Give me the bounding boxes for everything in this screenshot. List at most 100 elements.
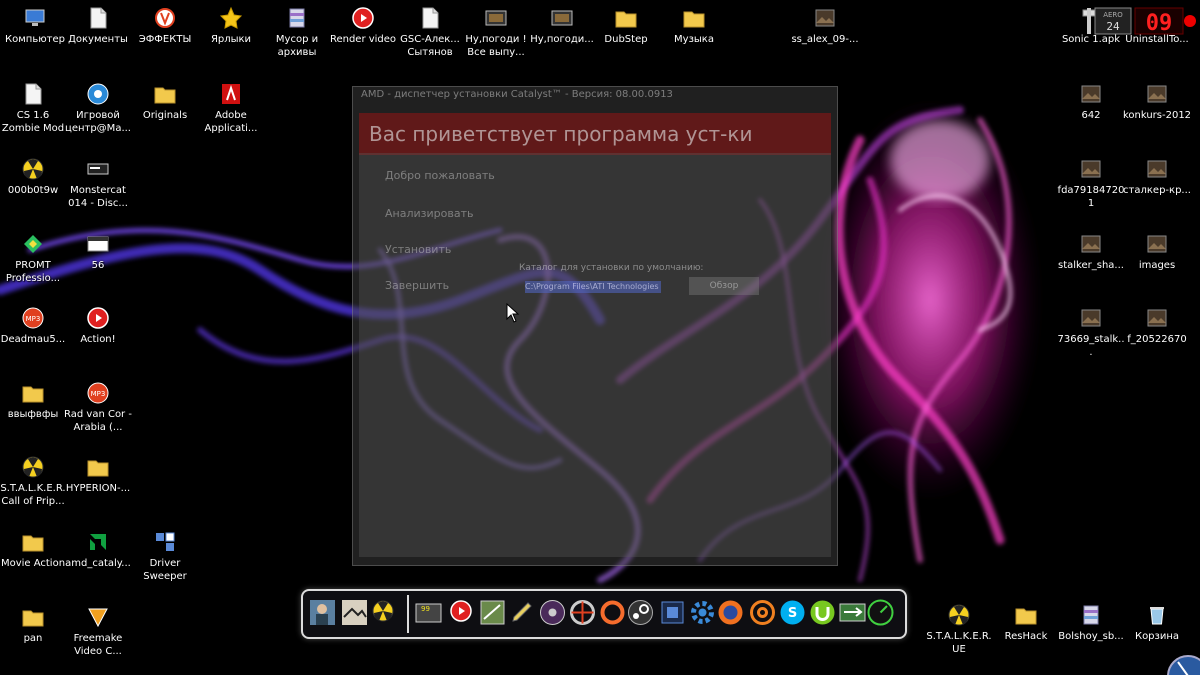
mp3-icon: MP3 [22,307,44,329]
dock-item-fraps[interactable]: 99 [415,599,442,626]
switch-icon [839,603,866,622]
video-icon [551,10,573,26]
desktop-icon-nu-pogodi-2[interactable]: Ну,погоди... [527,6,597,46]
desktop-icon-label: konkurs-2012 [1122,110,1192,121]
desktop-icon-label: Мусор и архивы [275,34,319,58]
archive-icon [1083,605,1099,625]
dock-item-soldier[interactable] [309,599,336,626]
desktop-icon-gsc[interactable]: GSC-Алек... Сытянов [395,6,465,59]
desktop-icon-adobe[interactable]: Adobe Applicati... [196,82,266,135]
desktop-icon-monstercat[interactable]: Monstercat 014 - Disc... [63,157,133,210]
desktop-icon-vvyfvfy[interactable]: ввыфвфы [0,381,68,421]
dock-item-origin[interactable] [599,599,626,626]
dock-item-utorrent[interactable] [809,599,836,626]
desktop-icon-stalker-cop[interactable]: S.T.A.L.K.E.R. Call of Prip... [0,455,68,508]
desktop-icon-shortcuts[interactable]: Ярлыки [196,6,266,46]
desktop-icon-trash-archives[interactable]: Мусор и архивы [262,6,332,59]
desktop-icon-rad-van-cor[interactable]: MP3 Rad van Cor - Arabia (... [63,381,133,434]
image-icon [1147,85,1167,103]
installer-step-analyze: Анализировать [385,207,474,220]
dock-item-switcher[interactable] [839,599,866,626]
desktop-icon-action[interactable]: Action! [63,306,133,346]
desktop-icon-effects[interactable]: ЭФФЕКТЫ [130,6,200,46]
desktop-icon-ss-alex[interactable]: ss_alex_09-... [790,6,860,46]
desktop-icon-label: 000b0t9w [7,185,59,196]
pencil-icon [512,602,532,622]
dock-item-steam[interactable] [627,599,654,626]
dock-item-mail[interactable] [749,599,776,626]
dock-item-skype[interactable]: S [779,599,806,626]
desktop-icon-freemake[interactable]: Freemake Video C... [63,605,133,658]
installer-step-finish: Завершить [385,279,450,292]
dock-item-stalker-art[interactable] [341,599,368,626]
desktop-icon-label: Музыка [674,34,714,45]
installer-step-install: Установить [385,243,452,256]
desktop-icon-music[interactable]: Музыка [659,6,729,46]
desktop-icon-bolshoy[interactable]: Bolshoy_sb... [1056,603,1126,643]
desktop-icon-label: Movie Action [0,558,66,569]
dock-item-action[interactable] [449,599,476,626]
aero-fps: 24 [1106,20,1120,33]
desktop-icon-label: ResHack [1004,631,1048,642]
desktop-icon-render-video[interactable]: Render video [328,6,398,46]
mp3-icon: MP3 [87,382,109,404]
desktop-icon-promt[interactable]: PROMT Professio... [0,232,68,285]
dock-item-radiation[interactable] [371,599,398,626]
desktop-icon-originals[interactable]: Originals [130,82,200,122]
document-icon [422,7,439,29]
radiation-icon [22,158,44,180]
desktop-icon-stalker-kr[interactable]: сталкер-кр... [1122,157,1192,197]
desktop-icon-label: Игровой центр@Ma... [65,110,131,134]
desktop-icon-label: Deadmau5... [0,334,66,345]
desktop-icon-game-center[interactable]: Игровой центр@Ma... [63,82,133,135]
record-indicator-icon [1184,15,1196,27]
desktop-icon-56[interactable]: 56 [63,232,133,272]
mouse-cursor-icon [506,303,520,323]
desktop-icon-pan[interactable]: pan [0,605,68,645]
desktop-icon-label: HYPERION-... [65,483,131,494]
desktop-icon-images[interactable]: images [1122,232,1192,272]
desktop-icon-hyperion[interactable]: HYPERION-... [63,455,133,495]
desktop-icon-label: 73669_stalk... [1057,334,1125,358]
desktop-icon-stalker-sha[interactable]: stalker_sha... [1056,232,1126,272]
dock-item-film[interactable] [539,599,566,626]
desktop-icon-driver-sweeper[interactable]: Driver Sweeper [130,530,200,583]
desktop-icon-000b0t9w[interactable]: 000b0t9w [0,157,68,197]
image-icon [1081,160,1101,178]
dock-bar: 99 S [301,589,907,639]
image-icon [1081,85,1101,103]
sweeper-icon [156,532,175,551]
box-icon [480,600,505,625]
desktop-icon-label: Render video [329,34,397,45]
desktop-icon-label: Ярлыки [210,34,252,45]
dock-item-box[interactable] [479,599,506,626]
dock-item-puzzle[interactable] [659,599,686,626]
desktop-icon-fda[interactable]: fda791847201 [1056,157,1126,210]
desktop-icon-cs16[interactable]: CS 1.6 Zombie Mod [0,82,68,135]
desktop-icon-recycle-bin[interactable]: Корзина [1122,603,1192,643]
desktop-icon-f20522670[interactable]: f_20522670 [1122,306,1192,346]
dock-item-settings[interactable] [689,599,716,626]
dock-item-speedometer[interactable] [867,599,894,626]
desktop-icon-label: pan [23,633,43,644]
folder-icon [615,11,637,28]
desktop-icon-konkurs[interactable]: konkurs-2012 [1122,82,1192,122]
dock-item-firefox[interactable] [717,599,744,626]
desktop-icon-movie-action[interactable]: Movie Action [0,530,68,570]
desktop-icon-deadmau5[interactable]: MP3 Deadmau5... [0,306,68,346]
desktop-icon-dubstep[interactable]: DubStep [591,6,661,46]
desktop-icon-stalker-ue[interactable]: S.T.A.L.K.E.R. UE [924,603,994,656]
desktop-icon-73669[interactable]: 73669_stalk... [1056,306,1126,359]
desktop-icon-nu-pogodi-1[interactable]: Ну,погоди ! Все выпу... [461,6,531,59]
desktop-icon-amd-catalyst[interactable]: amd_cataly... [63,530,133,570]
fraps-icon: 99 [415,603,442,623]
desktop-icon-reshack[interactable]: ResHack [991,603,1061,643]
dock-item-photoscape[interactable] [569,599,596,626]
desktop-icon-documents[interactable]: Документы [63,6,133,46]
image-icon [1147,309,1167,327]
desktop-icon-label: PROMT Professio... [5,260,61,284]
desktop-icon-642[interactable]: 642 [1056,82,1126,122]
dock-item-pencil[interactable] [509,599,536,626]
desktop-icon-computer[interactable]: Компьютер [0,6,70,46]
image-icon [1147,160,1167,178]
